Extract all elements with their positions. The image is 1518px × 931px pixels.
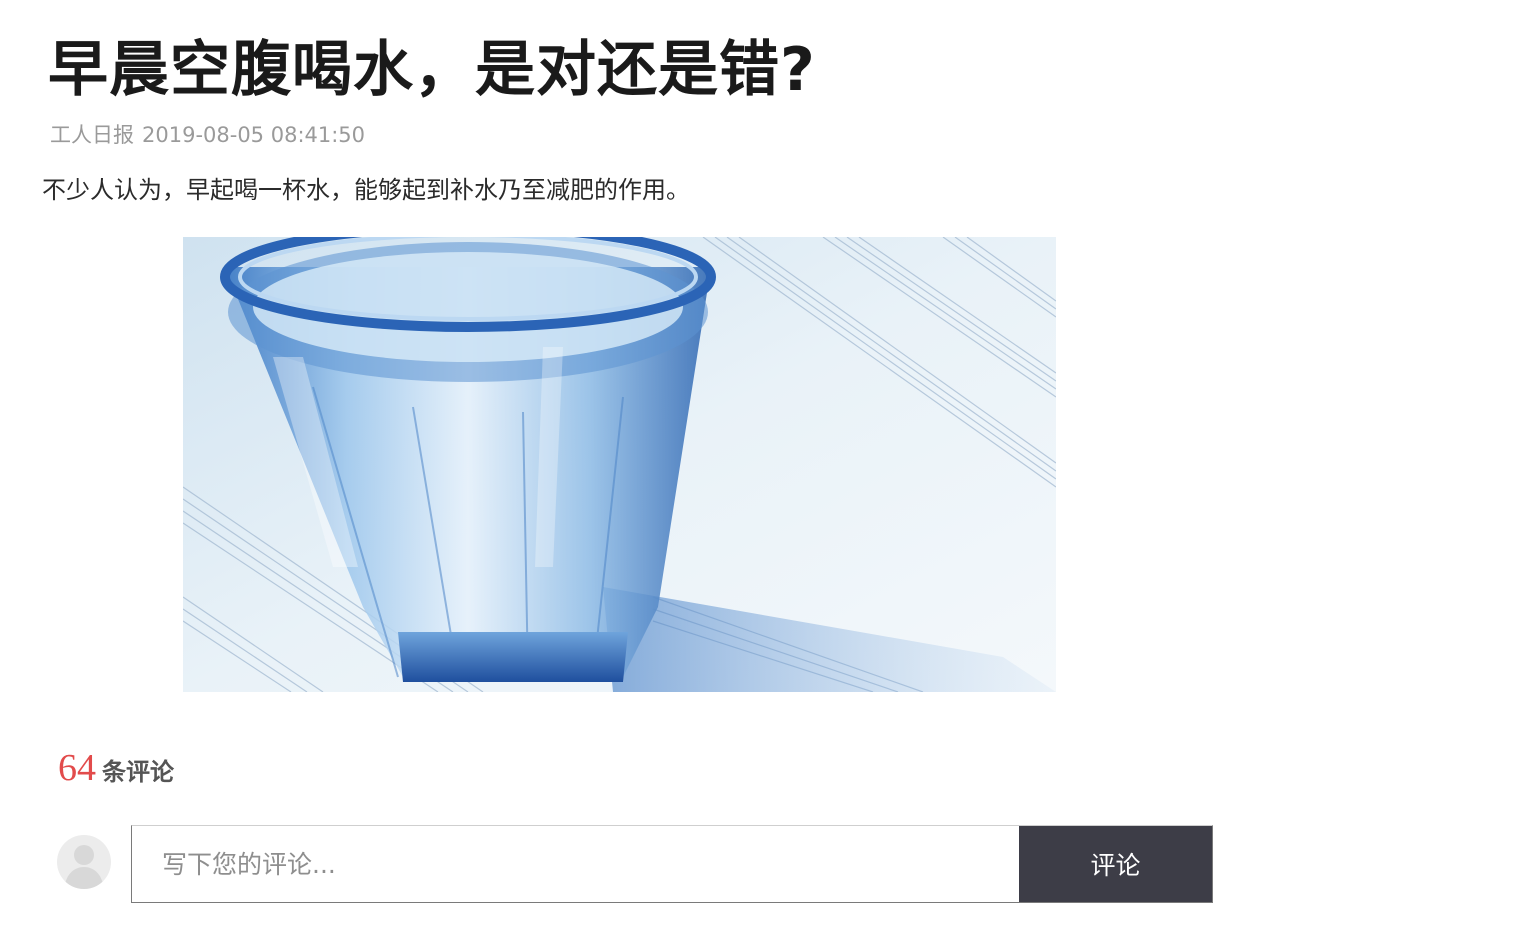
article-meta: 工人日报 2019-08-05 08:41:50 (50, 120, 365, 150)
comment-count: 64 条评论 (58, 746, 174, 790)
comment-count-number: 64 (58, 747, 96, 789)
comment-count-label: 条评论 (102, 758, 174, 786)
article-image-glass-of-water (183, 237, 1056, 692)
article-lead: 不少人认为，早起喝一杯水，能够起到补水乃至减肥的作用。 (42, 176, 690, 204)
user-avatar-placeholder-icon (57, 835, 111, 889)
comment-input[interactable] (132, 826, 1019, 902)
article-datetime: 2019-08-05 08:41:50 (142, 123, 366, 147)
article-title: 早晨空腹喝水，是对还是错? (48, 35, 816, 105)
comment-submit-button[interactable]: 评论 (1019, 826, 1212, 902)
article-source: 工人日报 (50, 123, 134, 147)
comment-form: 评论 (131, 825, 1213, 903)
article-page: 早晨空腹喝水，是对还是错? 工人日报 2019-08-05 08:41:50 不少… (0, 0, 1518, 931)
